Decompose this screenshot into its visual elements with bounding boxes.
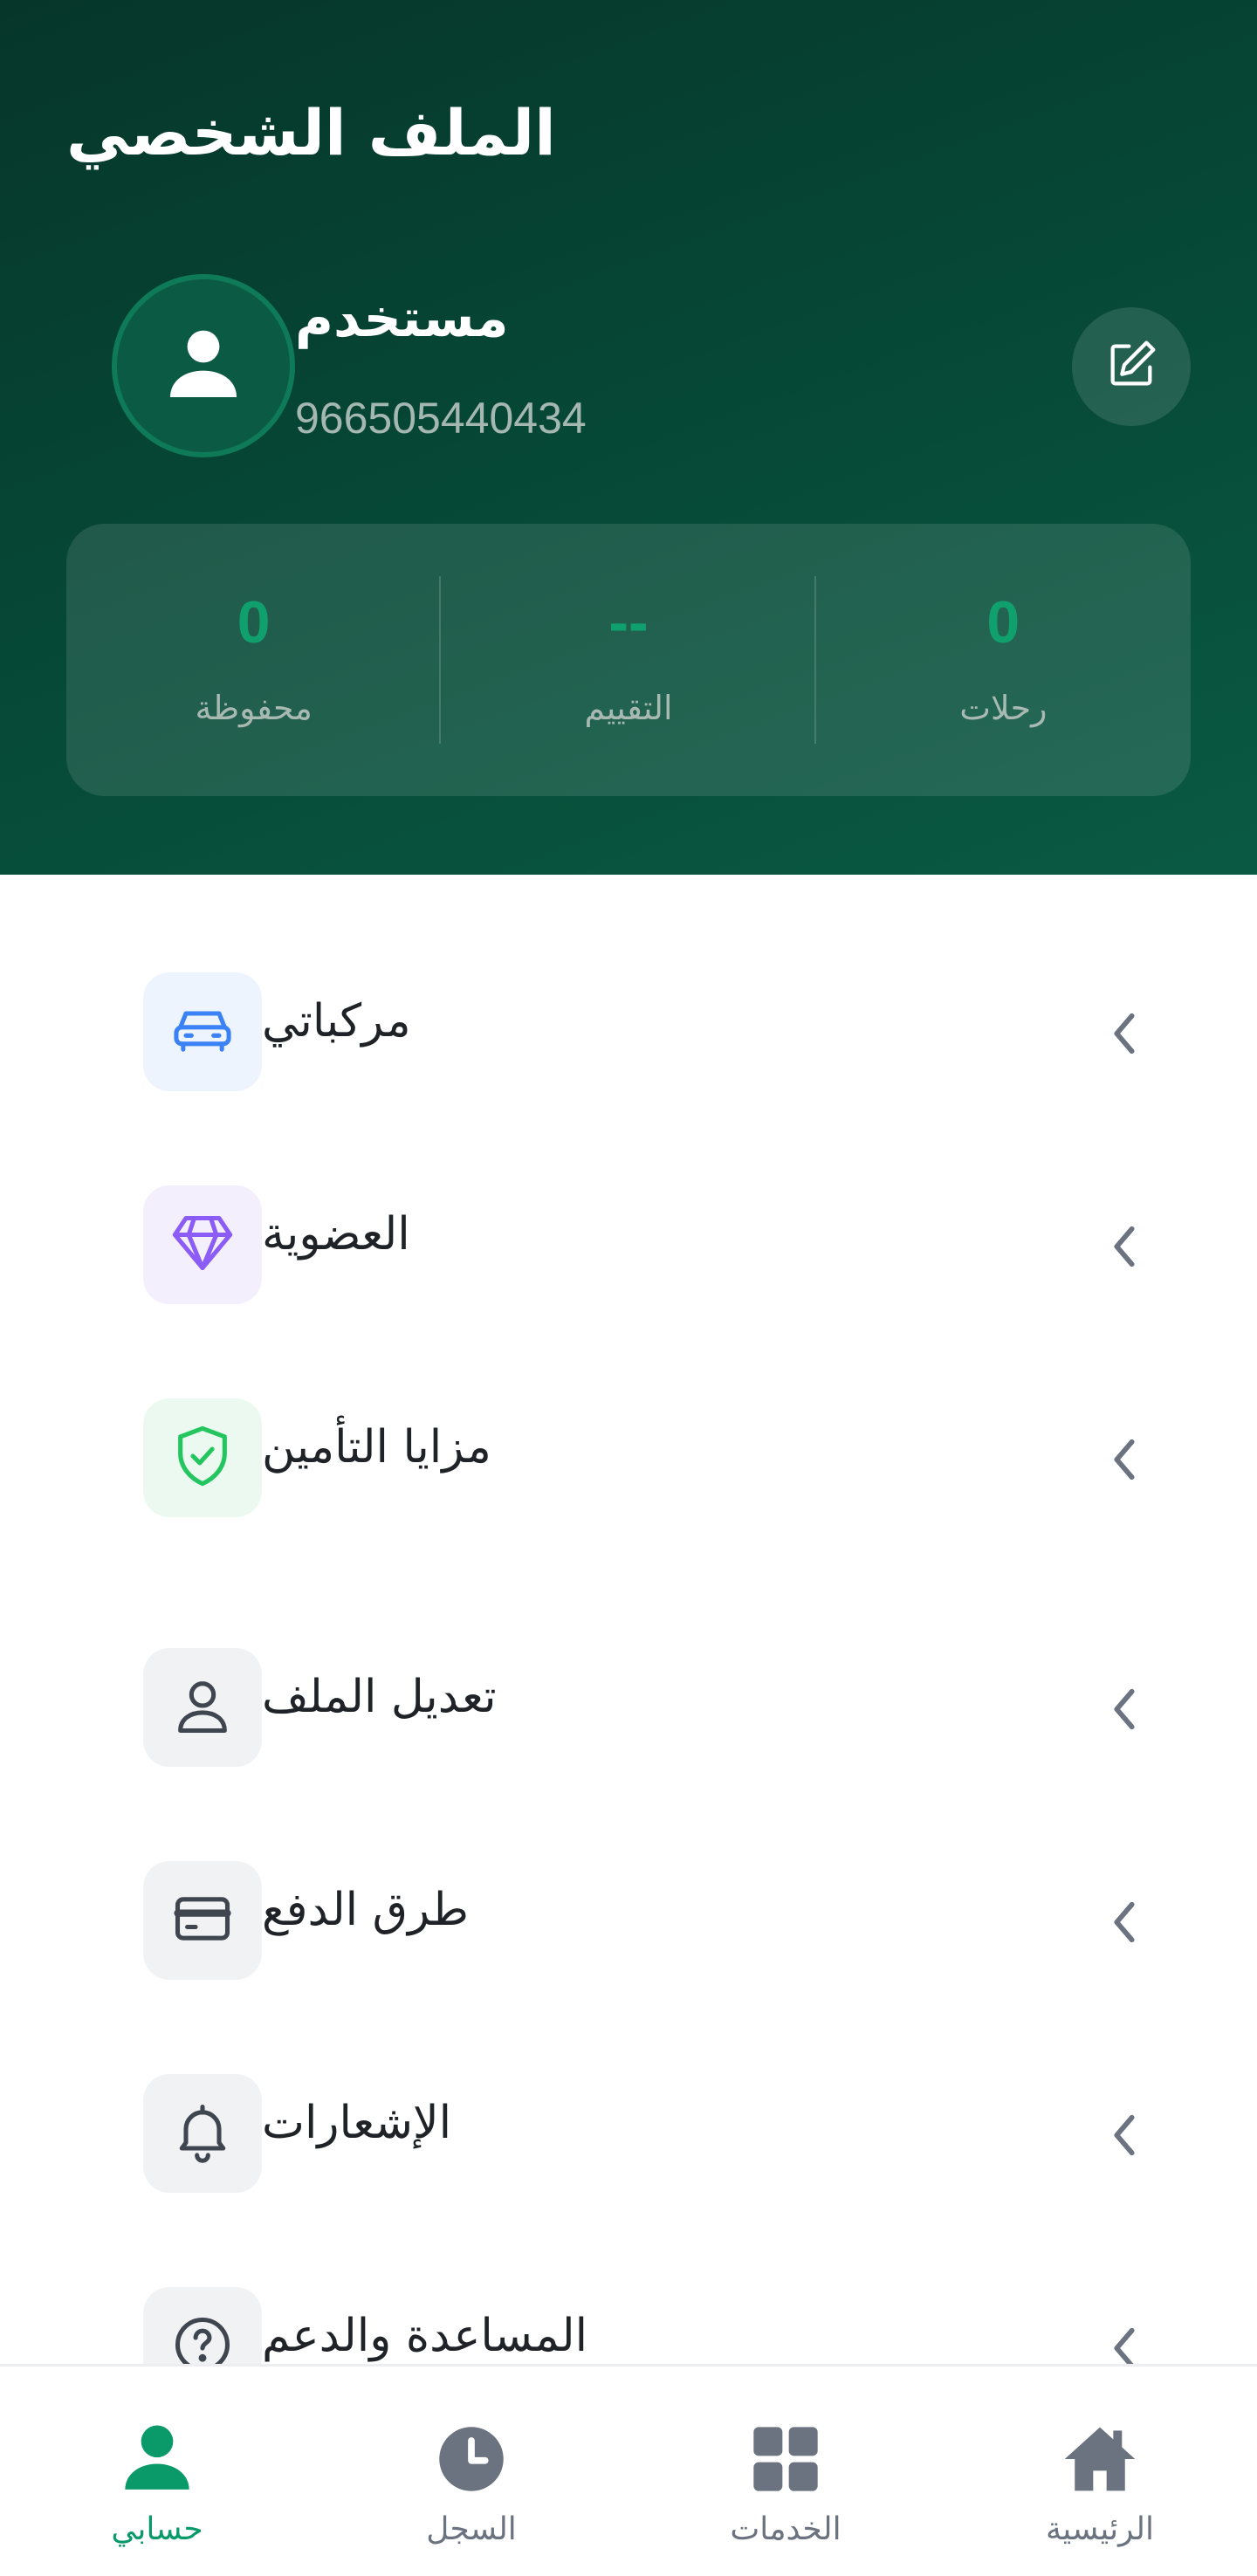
edit-profile-button[interactable] bbox=[1072, 307, 1191, 426]
chevron-left-icon bbox=[1107, 1222, 1142, 1271]
chevron-left-icon bbox=[1107, 1009, 1142, 1058]
credit-card-icon bbox=[169, 1886, 236, 1955]
credit-card-icon-tile bbox=[143, 1861, 262, 1980]
chevron-left-icon bbox=[1107, 2111, 1142, 2160]
chevron-left-icon bbox=[1107, 1685, 1142, 1734]
user-phone: 966505440434 bbox=[295, 394, 587, 443]
car-icon-tile bbox=[143, 972, 262, 1091]
clock-icon bbox=[429, 2417, 513, 2501]
menu-item-insurance[interactable]: مزايا التأمين bbox=[0, 1398, 1257, 1521]
home-icon bbox=[1058, 2417, 1142, 2501]
menu-item-label: مركباتي bbox=[262, 995, 411, 1048]
user-outline-icon-tile bbox=[143, 1648, 262, 1767]
shield-icon-tile bbox=[143, 1398, 262, 1517]
edit-icon bbox=[1103, 337, 1159, 396]
stat-saved: 0 محفوظة bbox=[66, 524, 442, 796]
user-icon bbox=[161, 322, 245, 409]
menu-item-my-vehicles[interactable]: مركباتي bbox=[0, 972, 1257, 1095]
menu-item-payment-methods[interactable]: طرق الدفع bbox=[0, 1861, 1257, 1983]
chevron-left-icon bbox=[1107, 1898, 1142, 1947]
user-name: مستخدم bbox=[295, 288, 509, 349]
nav-label: حسابي bbox=[111, 2511, 203, 2547]
avatar[interactable] bbox=[112, 274, 295, 457]
menu-item-label: طرق الدفع bbox=[262, 1884, 470, 1936]
menu-item-label: المساعدة والدعم bbox=[262, 2310, 588, 2362]
nav-item-history[interactable]: السجل bbox=[314, 2366, 628, 2576]
user-icon bbox=[115, 2417, 199, 2501]
stat-rating: -- التقييم bbox=[441, 524, 817, 796]
diamond-icon bbox=[169, 1210, 236, 1280]
diamond-icon-tile bbox=[143, 1185, 262, 1304]
stat-label: محفوظة bbox=[195, 689, 313, 727]
menu-item-label: الإشعارات bbox=[262, 2097, 452, 2149]
chevron-left-icon bbox=[1107, 1435, 1142, 1484]
stat-value: -- bbox=[608, 589, 649, 656]
menu-item-notifications[interactable]: الإشعارات bbox=[0, 2074, 1257, 2196]
stat-value: 0 bbox=[237, 589, 271, 656]
nav-label: الرئيسية bbox=[1046, 2511, 1154, 2547]
stat-value: 0 bbox=[986, 589, 1020, 656]
menu-item-membership[interactable]: العضوية bbox=[0, 1185, 1257, 1308]
nav-label: الخدمات bbox=[730, 2511, 841, 2547]
nav-label: السجل bbox=[426, 2511, 517, 2547]
bottom-navigation: الرئيسية الخدمات السجل حسابي bbox=[0, 2364, 1257, 2576]
stat-trips: 0 رحلات bbox=[816, 524, 1191, 796]
user-outline-icon bbox=[169, 1673, 236, 1742]
stats-card: 0 رحلات -- التقييم 0 محفوظة bbox=[66, 524, 1191, 796]
bell-icon bbox=[169, 2099, 236, 2168]
stat-label: رحلات bbox=[959, 689, 1048, 727]
shield-check-icon bbox=[169, 1423, 236, 1493]
nav-item-services[interactable]: الخدمات bbox=[628, 2366, 943, 2576]
page-title: الملف الشخصي bbox=[66, 96, 556, 169]
menu-item-label: العضوية bbox=[262, 1208, 410, 1261]
grid-icon bbox=[744, 2417, 828, 2501]
car-icon bbox=[169, 997, 236, 1067]
menu-item-label: مزايا التأمين bbox=[262, 1421, 491, 1473]
profile-header: الملف الشخصي مستخدم 966505440434 0 رحلات… bbox=[0, 0, 1257, 875]
menu-item-edit-profile[interactable]: تعديل الملف bbox=[0, 1648, 1257, 1770]
bell-icon-tile bbox=[143, 2074, 262, 2193]
menu-item-label: تعديل الملف bbox=[262, 1671, 497, 1723]
nav-item-home[interactable]: الرئيسية bbox=[943, 2366, 1257, 2576]
nav-item-my-account[interactable]: حسابي bbox=[0, 2366, 314, 2576]
stat-label: التقييم bbox=[584, 689, 673, 727]
